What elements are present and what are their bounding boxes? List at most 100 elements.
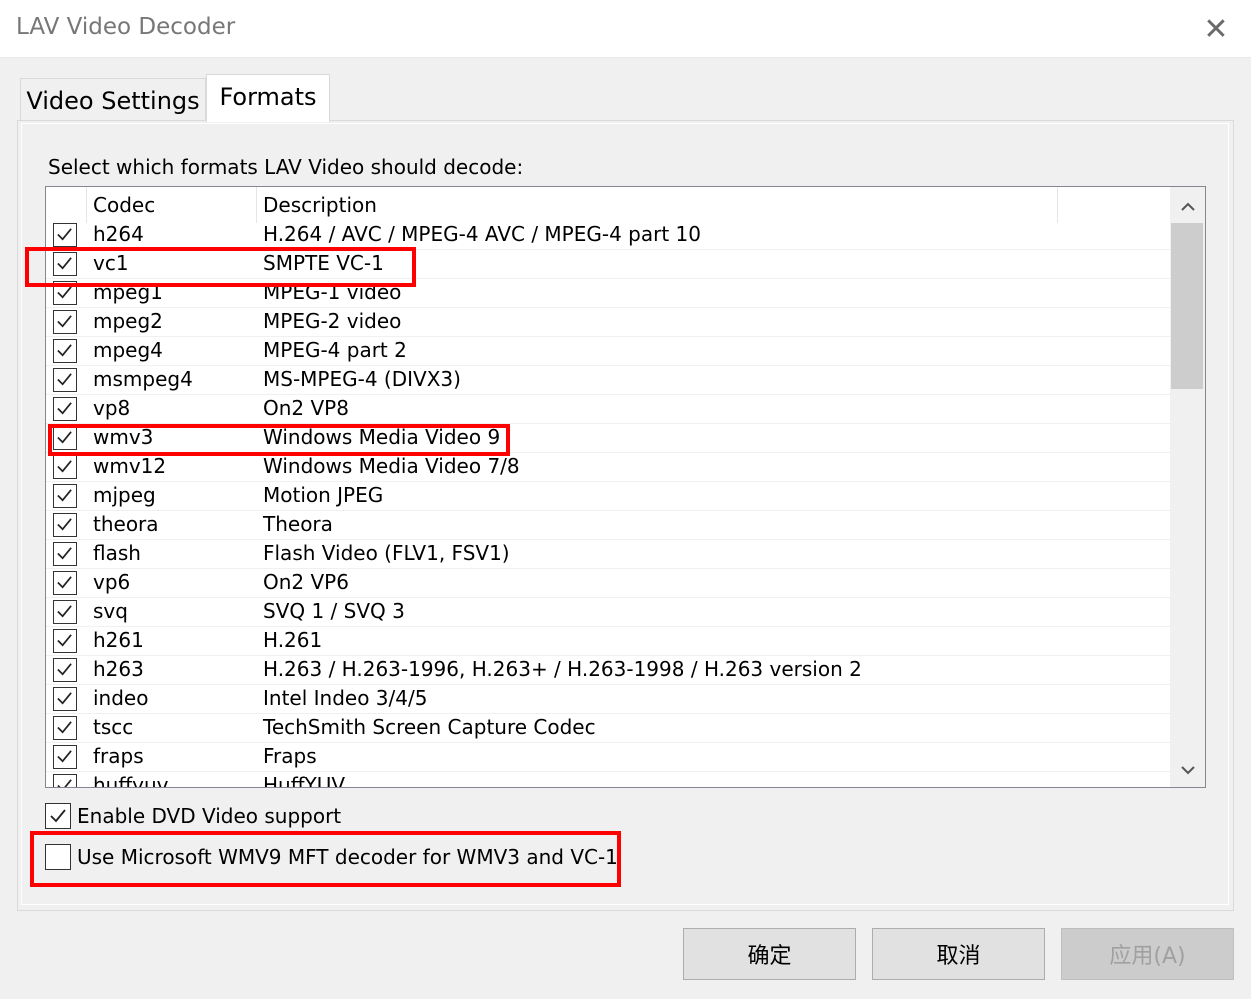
description-cell: SVQ 1 / SVQ 3	[263, 599, 405, 623]
codec-cell: mpeg1	[93, 280, 163, 304]
formats-list[interactable]: Codec Description h264 H.264 / AVC / MPEG…	[45, 186, 1206, 788]
row-checkbox[interactable]	[53, 600, 77, 624]
row-checkbox[interactable]	[53, 658, 77, 682]
table-row[interactable]: fraps Fraps	[46, 743, 1170, 772]
table-row[interactable]: vp8 On2 VP8	[46, 395, 1170, 424]
row-checkbox[interactable]	[53, 281, 77, 305]
wmv9-mft-label: Use Microsoft WMV9 MFT decoder for WMV3 …	[77, 845, 618, 869]
checkmark-icon	[57, 489, 72, 502]
row-checkbox[interactable]	[53, 426, 77, 450]
apply-button[interactable]: 应用(A)	[1061, 928, 1234, 980]
description-cell: On2 VP6	[263, 570, 349, 594]
row-checkbox[interactable]	[53, 339, 77, 363]
instruction-label: Select which formats LAV Video should de…	[48, 155, 524, 179]
row-checkbox[interactable]	[53, 484, 77, 508]
row-checkbox[interactable]	[53, 397, 77, 421]
ok-button[interactable]: 确定	[683, 928, 856, 980]
table-row[interactable]: indeo Intel Indeo 3/4/5	[46, 685, 1170, 714]
description-cell: Windows Media Video 9	[263, 425, 501, 449]
codec-cell: msmpeg4	[93, 367, 193, 391]
checkmark-icon	[57, 692, 72, 705]
table-row[interactable]: flash Flash Video (FLV1, FSV1)	[46, 540, 1170, 569]
description-cell: Windows Media Video 7/8	[263, 454, 520, 478]
checkmark-icon	[57, 286, 72, 299]
description-cell: TechSmith Screen Capture Codec	[263, 715, 596, 739]
checkmark-icon	[57, 663, 72, 676]
row-checkbox[interactable]	[53, 774, 77, 787]
codec-cell: wmv3	[93, 425, 154, 449]
table-row[interactable]: h264 H.264 / AVC / MPEG-4 AVC / MPEG-4 pa…	[46, 221, 1170, 250]
table-row[interactable]: vc1 SMPTE VC-1	[46, 250, 1170, 279]
scroll-up-button[interactable]	[1170, 189, 1205, 223]
row-checkbox[interactable]	[53, 629, 77, 653]
table-row[interactable]: h263 H.263 / H.263-1996, H.263+ / H.263-1…	[46, 656, 1170, 685]
list-rows: h264 H.264 / AVC / MPEG-4 AVC / MPEG-4 pa…	[46, 221, 1170, 788]
codec-cell: fraps	[93, 744, 144, 768]
checkmark-icon	[57, 460, 72, 473]
table-row[interactable]: mpeg2 MPEG-2 video	[46, 308, 1170, 337]
codec-cell: wmv12	[93, 454, 167, 478]
codec-cell: svq	[93, 599, 128, 623]
row-checkbox[interactable]	[53, 252, 77, 276]
row-checkbox[interactable]	[53, 571, 77, 595]
row-checkbox[interactable]	[53, 513, 77, 537]
close-icon: ✕	[1203, 11, 1229, 47]
row-checkbox[interactable]	[53, 310, 77, 334]
chevron-down-icon	[1180, 765, 1195, 774]
checkmark-icon	[57, 228, 72, 241]
codec-cell: mpeg2	[93, 309, 163, 333]
close-button[interactable]: ✕	[1181, 0, 1251, 58]
vertical-scrollbar[interactable]	[1170, 187, 1205, 787]
title-bar: LAV Video Decoder ✕	[0, 0, 1251, 58]
row-checkbox[interactable]	[53, 368, 77, 392]
table-row[interactable]: mpeg1 MPEG-1 video	[46, 279, 1170, 308]
description-cell: On2 VP8	[263, 396, 349, 420]
table-row[interactable]: mpeg4 MPEG-4 part 2	[46, 337, 1170, 366]
scroll-thumb[interactable]	[1171, 223, 1203, 389]
wmv9-mft-checkbox[interactable]	[45, 844, 71, 870]
table-row[interactable]: theora Theora	[46, 511, 1170, 540]
header-codec[interactable]: Codec	[87, 187, 257, 223]
row-checkbox[interactable]	[53, 687, 77, 711]
codec-cell: mjpeg	[93, 483, 156, 507]
dvd-support-option[interactable]: Enable DVD Video support	[45, 803, 341, 829]
description-cell: Intel Indeo 3/4/5	[263, 686, 428, 710]
description-cell: MPEG-1 video	[263, 280, 402, 304]
table-row[interactable]: wmv12 Windows Media Video 7/8	[46, 453, 1170, 482]
header-description[interactable]: Description	[257, 187, 1058, 223]
row-checkbox[interactable]	[53, 716, 77, 740]
table-row[interactable]: msmpeg4 MS-MPEG-4 (DIVX3)	[46, 366, 1170, 395]
table-row[interactable]: huffyuv HuffYUV	[46, 772, 1170, 788]
description-cell: HuffYUV	[263, 773, 346, 788]
row-checkbox[interactable]	[53, 223, 77, 247]
scroll-down-button[interactable]	[1170, 753, 1205, 787]
table-row[interactable]: vp6 On2 VP6	[46, 569, 1170, 598]
list-header: Codec Description	[46, 187, 1170, 223]
description-cell: Flash Video (FLV1, FSV1)	[263, 541, 510, 565]
checkmark-icon	[57, 257, 72, 270]
checkmark-icon	[57, 605, 72, 618]
table-row[interactable]: h261 H.261	[46, 627, 1170, 656]
checkmark-icon	[57, 518, 72, 531]
row-checkbox[interactable]	[53, 455, 77, 479]
codec-cell: vc1	[93, 251, 129, 275]
checkmark-icon	[57, 315, 72, 328]
row-checkbox[interactable]	[53, 745, 77, 769]
description-cell: MPEG-4 part 2	[263, 338, 407, 362]
cancel-button[interactable]: 取消	[872, 928, 1045, 980]
wmv9-mft-option[interactable]: Use Microsoft WMV9 MFT decoder for WMV3 …	[45, 844, 618, 870]
header-checkbox-column[interactable]	[46, 187, 87, 223]
description-cell: SMPTE VC-1	[263, 251, 384, 275]
table-row[interactable]: svq SVQ 1 / SVQ 3	[46, 598, 1170, 627]
dvd-support-checkbox[interactable]	[45, 803, 71, 829]
row-checkbox[interactable]	[53, 542, 77, 566]
codec-cell: h263	[93, 657, 144, 681]
checkmark-icon	[57, 721, 72, 734]
table-row[interactable]: mjpeg Motion JPEG	[46, 482, 1170, 511]
table-row[interactable]: wmv3 Windows Media Video 9	[46, 424, 1170, 453]
table-row[interactable]: tscc TechSmith Screen Capture Codec	[46, 714, 1170, 743]
chevron-up-icon	[1180, 202, 1195, 211]
tab-formats[interactable]: Formats	[206, 74, 330, 122]
codec-cell: tscc	[93, 715, 134, 739]
tab-video-settings[interactable]: Video Settings	[20, 78, 206, 120]
